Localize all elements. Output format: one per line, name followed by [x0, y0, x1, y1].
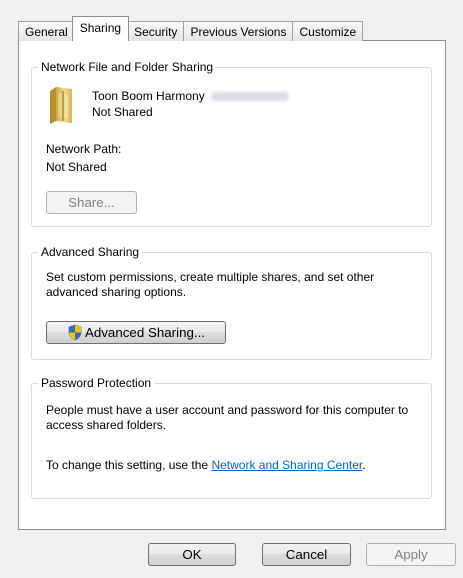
tab-previous-versions[interactable]: Previous Versions	[183, 21, 294, 41]
ok-button[interactable]: OK	[148, 543, 236, 566]
tab-general[interactable]: General	[18, 21, 75, 41]
advanced-sharing-description: Set custom permissions, create multiple …	[46, 270, 375, 299]
network-sharing-title: Network File and Folder Sharing	[38, 60, 217, 74]
network-sharing-center-link[interactable]: Network and Sharing Center	[211, 458, 362, 472]
redacted-text	[210, 92, 289, 102]
network-path-value: Not Shared	[46, 160, 107, 174]
change-setting-prefix: To change this setting, use the	[46, 458, 212, 472]
change-setting-text: To change this setting, use the Network …	[46, 458, 366, 473]
advanced-sharing-title: Advanced Sharing	[38, 245, 143, 259]
tab-security[interactable]: Security	[127, 21, 185, 41]
folder-name-text: Toon Boom Harmony	[92, 89, 205, 103]
password-protection-title: Password Protection	[38, 376, 155, 390]
advanced-sharing-button[interactable]: Advanced Sharing...	[46, 321, 226, 344]
tab-strip: General Sharing Security Previous Versio…	[18, 16, 364, 41]
tab-sharing[interactable]: Sharing	[71, 16, 130, 41]
password-protection-group: Password Protection People must have a u…	[31, 376, 432, 499]
cancel-button[interactable]: Cancel	[262, 543, 351, 566]
network-sharing-group: Network File and Folder Sharing Toon Boo…	[31, 60, 432, 227]
folder-icon	[50, 87, 72, 124]
advanced-sharing-button-label: Advanced Sharing...	[84, 325, 206, 340]
share-button[interactable]: Share...	[46, 191, 137, 214]
advanced-sharing-group: Advanced Sharing Set custom permissions,…	[31, 245, 432, 360]
uac-shield-icon	[68, 324, 82, 341]
apply-button[interactable]: Apply	[366, 543, 456, 566]
change-setting-suffix: .	[362, 458, 366, 472]
sharing-tab-page: Network File and Folder Sharing Toon Boo…	[18, 40, 446, 530]
share-status: Not Shared	[92, 105, 153, 119]
network-path-label: Network Path:	[46, 142, 122, 156]
password-protection-description: People must have a user account and pass…	[46, 403, 409, 432]
tab-customize[interactable]: Customize	[292, 21, 364, 41]
folder-name: Toon Boom Harmony	[92, 88, 289, 104]
